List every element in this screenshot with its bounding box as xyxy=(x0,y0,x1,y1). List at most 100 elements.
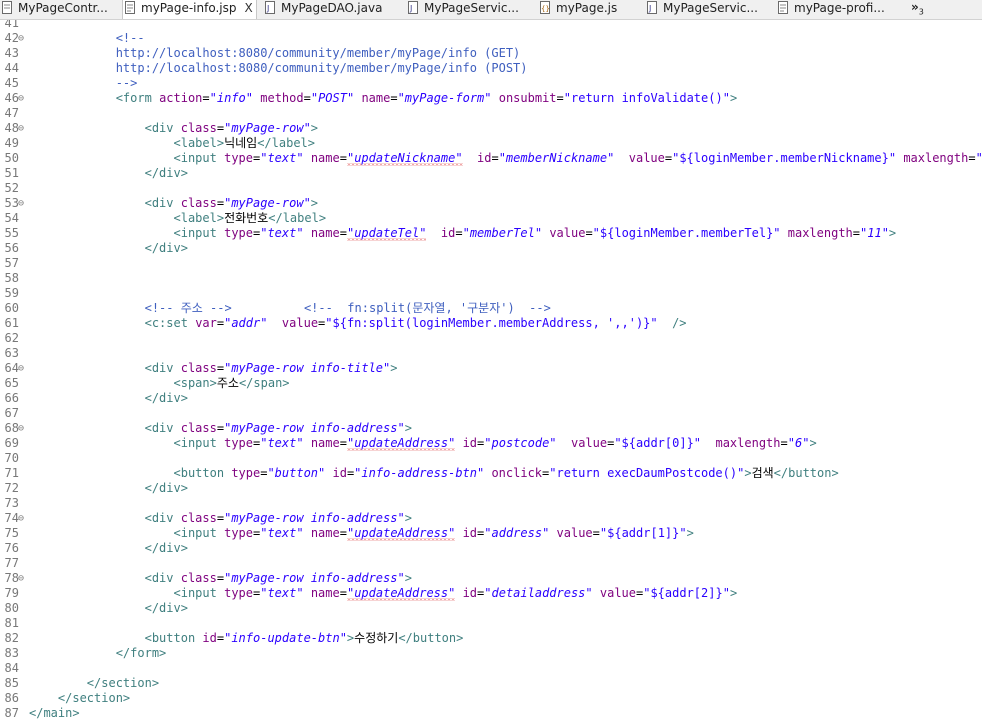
code-line[interactable]: 67 xyxy=(0,406,982,421)
code-line[interactable]: 85 </section> xyxy=(0,676,982,691)
code-text: </main> xyxy=(29,706,80,720)
line-number: 79 xyxy=(4,586,19,600)
code-line[interactable]: 42 ⊖ <!-- xyxy=(0,31,982,46)
code-token: 수정하기 xyxy=(354,631,399,645)
tab-mypage-js[interactable]: {} myPage.js xyxy=(538,0,642,19)
code-line[interactable]: 53 ⊖ <div class="myPage-row"> xyxy=(0,196,982,211)
line-number: 86 xyxy=(4,691,19,705)
fold-toggle-icon[interactable]: ⊖ xyxy=(18,196,24,211)
code-token: <div xyxy=(144,421,174,435)
code-token: "myPage-row info-address" xyxy=(224,421,405,435)
code-line[interactable]: 44 http://localhost:8080/community/membe… xyxy=(0,61,982,76)
code-line[interactable]: 76 </div> xyxy=(0,541,982,556)
fold-toggle-icon[interactable]: ⊖ xyxy=(18,511,24,526)
code-line[interactable]: 49 <label>닉네임</label> xyxy=(0,136,982,151)
code-line[interactable]: 60 <!-- 주소 --> <!-- fn:split(문자열, '구분자')… xyxy=(0,301,982,316)
code-line[interactable]: 43 http://localhost:8080/community/membe… xyxy=(0,46,982,61)
code-line[interactable]: 58 xyxy=(0,271,982,286)
code-line[interactable]: 83 </form> xyxy=(0,646,982,661)
code-token: "${addr[0]}" xyxy=(614,436,702,450)
code-line[interactable]: 74 ⊖ <div class="myPage-row info-address"… xyxy=(0,511,982,526)
spelling-warning-token: "updateAddress" xyxy=(346,436,456,450)
code-token: <button xyxy=(144,631,196,645)
code-line[interactable]: 45 --> xyxy=(0,76,982,91)
line-number: 55 xyxy=(4,226,19,240)
code-line[interactable]: 56 </div> xyxy=(0,241,982,256)
fold-toggle-icon[interactable]: ⊖ xyxy=(18,361,24,376)
code-line[interactable]: 59 xyxy=(0,286,982,301)
code-token: </button> xyxy=(398,631,464,645)
code-token: <input xyxy=(173,436,217,450)
code-line[interactable]: 78 ⊖ <div class="myPage-row info-address"… xyxy=(0,571,982,586)
code-line[interactable]: 52 xyxy=(0,181,982,196)
code-line[interactable]: 86 </section> xyxy=(0,691,982,706)
code-text: http://localhost:8080/community/member/m… xyxy=(29,61,528,76)
code-line[interactable]: 77 xyxy=(0,556,982,571)
code-line[interactable]: 71 <button type="button" id="info-addres… xyxy=(0,466,982,481)
code-line[interactable]: 47 xyxy=(0,106,982,121)
code-line[interactable]: 81 xyxy=(0,616,982,631)
line-number: 44 xyxy=(4,61,19,75)
code-line[interactable]: 87 </main> xyxy=(0,706,982,720)
code-line[interactable]: 46 ⊖ <form action="info" method="POST" na… xyxy=(0,91,982,106)
code-token: > xyxy=(686,526,694,540)
fold-toggle-icon[interactable]: ⊖ xyxy=(18,121,24,136)
code-token: id xyxy=(332,466,347,480)
tab-mypage-service-2[interactable]: J MyPageServic... xyxy=(645,0,773,19)
line-number: 76 xyxy=(4,541,19,555)
tab-mypage-info-jsp[interactable]: myPage-info.jsp X xyxy=(122,0,257,19)
code-line[interactable]: 51 </div> xyxy=(0,166,982,181)
code-line[interactable]: 54 <label>전화번호</label> xyxy=(0,211,982,226)
code-line[interactable]: 61 <c:set var="addr" value="${fn:split(l… xyxy=(0,316,982,331)
code-line[interactable]: 75 <input type="text" name="updateAddres… xyxy=(0,526,982,541)
code-line[interactable]: 79 <input type="text" name="updateAddres… xyxy=(0,586,982,601)
code-line[interactable]: 66 </div> xyxy=(0,391,982,406)
code-token: --> xyxy=(29,76,138,90)
code-token: <label> xyxy=(173,136,225,150)
code-line[interactable]: 50 <input type="text" name="updateNickna… xyxy=(0,151,982,166)
code-line[interactable]: 69 <input type="text" name="updateAddres… xyxy=(0,436,982,451)
code-line[interactable]: 68 ⊖ <div class="myPage-row info-address"… xyxy=(0,421,982,436)
code-line[interactable]: 84 xyxy=(0,661,982,676)
code-line[interactable]: 62 xyxy=(0,331,982,346)
java-file-icon: J xyxy=(647,1,658,14)
code-line[interactable]: 55 <input type="text" name="updateTel" i… xyxy=(0,226,982,241)
fold-toggle-icon[interactable]: ⊖ xyxy=(18,31,24,46)
code-token: http://localhost:8080/community/member/m… xyxy=(29,46,521,60)
fold-toggle-icon[interactable]: ⊖ xyxy=(18,571,24,586)
code-line[interactable]: 82 <button id="info-update-btn">수정하기</bu… xyxy=(0,631,982,646)
code-text: <div class="myPage-row info-title"> xyxy=(29,361,398,376)
code-line[interactable]: 41 xyxy=(0,20,982,31)
code-line[interactable]: 65 <span>주소</span> xyxy=(0,376,982,391)
code-text: <c:set var="addr" value="${fn:split(logi… xyxy=(29,316,687,331)
fold-toggle-icon[interactable]: ⊖ xyxy=(18,421,24,436)
close-icon[interactable]: X xyxy=(244,0,252,17)
code-line[interactable]: 72 </div> xyxy=(0,481,982,496)
code-line[interactable]: 64 ⊖ <div class="myPage-row info-title"> xyxy=(0,361,982,376)
fold-toggle-icon[interactable]: ⊖ xyxy=(18,91,24,106)
tab-mypage-controller[interactable]: MyPageContr... xyxy=(0,0,117,19)
tab-overflow-button[interactable]: »3 xyxy=(911,0,924,19)
code-token: "detailaddress" xyxy=(484,586,593,600)
code-token: = xyxy=(592,526,600,540)
code-line[interactable]: 48 ⊖ <div class="myPage-row"> xyxy=(0,121,982,136)
code-line[interactable]: 63 xyxy=(0,346,982,361)
code-editor[interactable]: 41 42 ⊖ <!-- 43 http://localhost:8080/commu… xyxy=(0,20,982,720)
jsp-file-icon xyxy=(125,1,136,14)
code-token: "info-address-btn" xyxy=(354,466,485,480)
tab-mypage-dao[interactable]: J MyPageDAO.java xyxy=(263,0,403,19)
code-token: <!-- 주소 --> xyxy=(144,301,232,315)
tab-mypage-service-1[interactable]: J MyPageServic... xyxy=(406,0,534,19)
code-line[interactable]: 57 xyxy=(0,256,982,271)
code-line[interactable]: 70 xyxy=(0,451,982,466)
code-line[interactable]: 80 </div> xyxy=(0,601,982,616)
code-line[interactable]: 73 xyxy=(0,496,982,511)
line-number: 68 xyxy=(4,421,19,435)
tab-mypage-profile[interactable]: myPage-profi... xyxy=(776,0,906,19)
